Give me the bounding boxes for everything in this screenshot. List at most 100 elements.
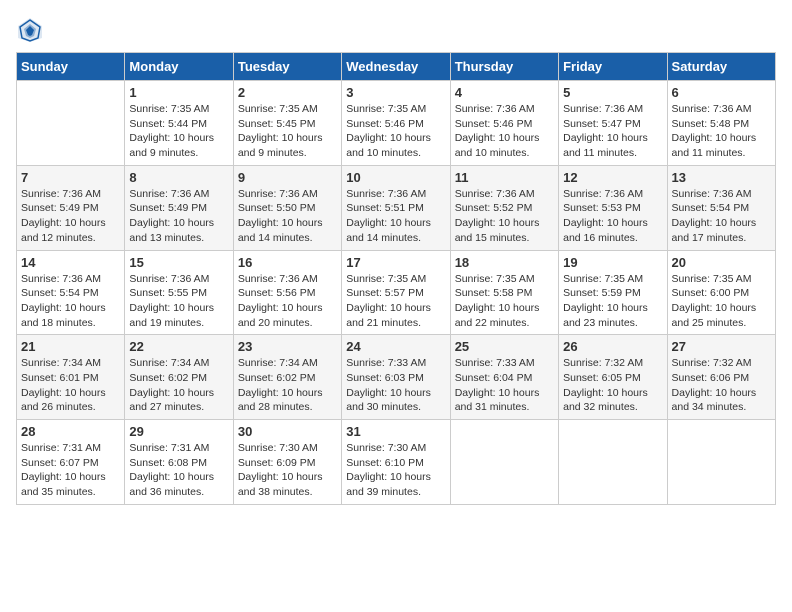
calendar-cell: 2Sunrise: 7:35 AM Sunset: 5:45 PM Daylig… (233, 81, 341, 166)
day-info: Sunrise: 7:34 AM Sunset: 6:02 PM Dayligh… (129, 356, 228, 415)
calendar-cell: 12 Sunrise: 7:36 AM Sunset: 5:53 PM Dayli… (559, 165, 667, 250)
day-number: 1 (129, 85, 228, 100)
calendar-cell: 21 Sunrise: 7:34 AM Sunset: 6:01 PM Dayli… (17, 335, 125, 420)
calendar-cell: 10 Sunrise: 7:36 AM Sunset: 5:51 PM Dayli… (342, 165, 450, 250)
day-number: 10 (346, 170, 445, 185)
calendar-cell: 29 Sunrise: 7:31 AM Sunset: 6:08 PM Dayli… (125, 420, 233, 505)
calendar-cell: 1 Sunrise: 7:35 AM Sunset: 5:44 PM Daylig… (125, 81, 233, 166)
day-info: Sunrise: 7:33 AM Sunset: 6:03 PM Dayligh… (346, 356, 445, 415)
column-header-wednesday: Wednesday (342, 53, 450, 81)
calendar-cell (559, 420, 667, 505)
calendar-cell: 26 Sunrise: 7:32 AM Sunset: 6:05 PM Dayli… (559, 335, 667, 420)
day-info: Sunrise: 7:36 AM Sunset: 5:56 PM Dayligh… (238, 272, 337, 331)
day-number: 13 (672, 170, 771, 185)
day-info: Sunrise: 7:35 AM Sunset: 5:44 PM Dayligh… (129, 102, 228, 161)
calendar-cell: 18Sunrise: 7:35 AM Sunset: 5:58 PM Dayli… (450, 250, 558, 335)
calendar-cell (17, 81, 125, 166)
day-info: Sunrise: 7:35 AM Sunset: 6:00 PM Dayligh… (672, 272, 771, 331)
calendar-cell: 19 Sunrise: 7:35 AM Sunset: 5:59 PM Dayli… (559, 250, 667, 335)
calendar-week-row: 1 Sunrise: 7:35 AM Sunset: 5:44 PM Daylig… (17, 81, 776, 166)
day-number: 24 (346, 339, 445, 354)
calendar-cell: 24 Sunrise: 7:33 AM Sunset: 6:03 PM Dayli… (342, 335, 450, 420)
calendar-cell: 30 Sunrise: 7:30 AM Sunset: 6:09 PM Dayli… (233, 420, 341, 505)
calendar-cell: 16 Sunrise: 7:36 AM Sunset: 5:56 PM Dayli… (233, 250, 341, 335)
day-number: 19 (563, 255, 662, 270)
column-header-friday: Friday (559, 53, 667, 81)
day-number: 11 (455, 170, 554, 185)
day-info: Sunrise: 7:35 AM Sunset: 5:59 PM Dayligh… (563, 272, 662, 331)
day-info: Sunrise: 7:35 AM Sunset: 5:58 PM Dayligh… (455, 272, 554, 331)
calendar-cell: 17 Sunrise: 7:35 AM Sunset: 5:57 PM Dayli… (342, 250, 450, 335)
calendar-cell: 31 Sunrise: 7:30 AM Sunset: 6:10 PM Dayli… (342, 420, 450, 505)
day-info: Sunrise: 7:36 AM Sunset: 5:50 PM Dayligh… (238, 187, 337, 246)
column-header-sunday: Sunday (17, 53, 125, 81)
calendar-week-row: 21 Sunrise: 7:34 AM Sunset: 6:01 PM Dayli… (17, 335, 776, 420)
day-info: Sunrise: 7:35 AM Sunset: 5:45 PM Dayligh… (238, 102, 337, 161)
day-info: Sunrise: 7:36 AM Sunset: 5:48 PM Dayligh… (672, 102, 771, 161)
day-info: Sunrise: 7:35 AM Sunset: 5:57 PM Dayligh… (346, 272, 445, 331)
calendar-week-row: 7 Sunrise: 7:36 AM Sunset: 5:49 PM Daylig… (17, 165, 776, 250)
day-number: 7 (21, 170, 120, 185)
column-header-monday: Monday (125, 53, 233, 81)
day-info: Sunrise: 7:31 AM Sunset: 6:08 PM Dayligh… (129, 441, 228, 500)
day-number: 4 (455, 85, 554, 100)
column-header-thursday: Thursday (450, 53, 558, 81)
calendar-cell (450, 420, 558, 505)
calendar-cell: 15Sunrise: 7:36 AM Sunset: 5:55 PM Dayli… (125, 250, 233, 335)
calendar-cell: 22Sunrise: 7:34 AM Sunset: 6:02 PM Dayli… (125, 335, 233, 420)
day-info: Sunrise: 7:32 AM Sunset: 6:05 PM Dayligh… (563, 356, 662, 415)
column-header-tuesday: Tuesday (233, 53, 341, 81)
day-info: Sunrise: 7:36 AM Sunset: 5:49 PM Dayligh… (129, 187, 228, 246)
day-number: 29 (129, 424, 228, 439)
day-number: 21 (21, 339, 120, 354)
calendar-cell: 7Sunrise: 7:36 AM Sunset: 5:49 PM Daylig… (17, 165, 125, 250)
day-number: 12 (563, 170, 662, 185)
calendar-cell: 27Sunrise: 7:32 AM Sunset: 6:06 PM Dayli… (667, 335, 775, 420)
column-header-saturday: Saturday (667, 53, 775, 81)
page-header (16, 16, 776, 44)
day-number: 26 (563, 339, 662, 354)
calendar-cell: 3Sunrise: 7:35 AM Sunset: 5:46 PM Daylig… (342, 81, 450, 166)
calendar-cell: 14Sunrise: 7:36 AM Sunset: 5:54 PM Dayli… (17, 250, 125, 335)
calendar-cell: 9Sunrise: 7:36 AM Sunset: 5:50 PM Daylig… (233, 165, 341, 250)
calendar-cell: 6 Sunrise: 7:36 AM Sunset: 5:48 PM Daylig… (667, 81, 775, 166)
day-number: 23 (238, 339, 337, 354)
day-number: 15 (129, 255, 228, 270)
calendar-week-row: 14Sunrise: 7:36 AM Sunset: 5:54 PM Dayli… (17, 250, 776, 335)
day-info: Sunrise: 7:36 AM Sunset: 5:51 PM Dayligh… (346, 187, 445, 246)
day-info: Sunrise: 7:36 AM Sunset: 5:47 PM Dayligh… (563, 102, 662, 161)
calendar-cell: 11 Sunrise: 7:36 AM Sunset: 5:52 PM Dayli… (450, 165, 558, 250)
day-number: 31 (346, 424, 445, 439)
day-number: 30 (238, 424, 337, 439)
day-number: 14 (21, 255, 120, 270)
day-number: 28 (21, 424, 120, 439)
calendar-cell: 13 Sunrise: 7:36 AM Sunset: 5:54 PM Dayli… (667, 165, 775, 250)
day-info: Sunrise: 7:36 AM Sunset: 5:52 PM Dayligh… (455, 187, 554, 246)
calendar-cell: 5 Sunrise: 7:36 AM Sunset: 5:47 PM Daylig… (559, 81, 667, 166)
calendar-week-row: 28 Sunrise: 7:31 AM Sunset: 6:07 PM Dayli… (17, 420, 776, 505)
calendar-cell: 28 Sunrise: 7:31 AM Sunset: 6:07 PM Dayli… (17, 420, 125, 505)
day-number: 20 (672, 255, 771, 270)
calendar-cell (667, 420, 775, 505)
day-info: Sunrise: 7:33 AM Sunset: 6:04 PM Dayligh… (455, 356, 554, 415)
day-number: 3 (346, 85, 445, 100)
day-info: Sunrise: 7:36 AM Sunset: 5:53 PM Dayligh… (563, 187, 662, 246)
day-info: Sunrise: 7:30 AM Sunset: 6:10 PM Dayligh… (346, 441, 445, 500)
day-info: Sunrise: 7:34 AM Sunset: 6:01 PM Dayligh… (21, 356, 120, 415)
day-number: 5 (563, 85, 662, 100)
calendar-header-row: SundayMondayTuesdayWednesdayThursdayFrid… (17, 53, 776, 81)
day-number: 16 (238, 255, 337, 270)
calendar-cell: 20 Sunrise: 7:35 AM Sunset: 6:00 PM Dayli… (667, 250, 775, 335)
day-number: 17 (346, 255, 445, 270)
calendar-cell: 23Sunrise: 7:34 AM Sunset: 6:02 PM Dayli… (233, 335, 341, 420)
day-info: Sunrise: 7:32 AM Sunset: 6:06 PM Dayligh… (672, 356, 771, 415)
day-info: Sunrise: 7:36 AM Sunset: 5:46 PM Dayligh… (455, 102, 554, 161)
calendar-cell: 8 Sunrise: 7:36 AM Sunset: 5:49 PM Daylig… (125, 165, 233, 250)
logo-icon (16, 16, 44, 44)
day-info: Sunrise: 7:30 AM Sunset: 6:09 PM Dayligh… (238, 441, 337, 500)
day-number: 6 (672, 85, 771, 100)
day-info: Sunrise: 7:31 AM Sunset: 6:07 PM Dayligh… (21, 441, 120, 500)
calendar-cell: 25Sunrise: 7:33 AM Sunset: 6:04 PM Dayli… (450, 335, 558, 420)
day-info: Sunrise: 7:36 AM Sunset: 5:54 PM Dayligh… (672, 187, 771, 246)
day-number: 8 (129, 170, 228, 185)
